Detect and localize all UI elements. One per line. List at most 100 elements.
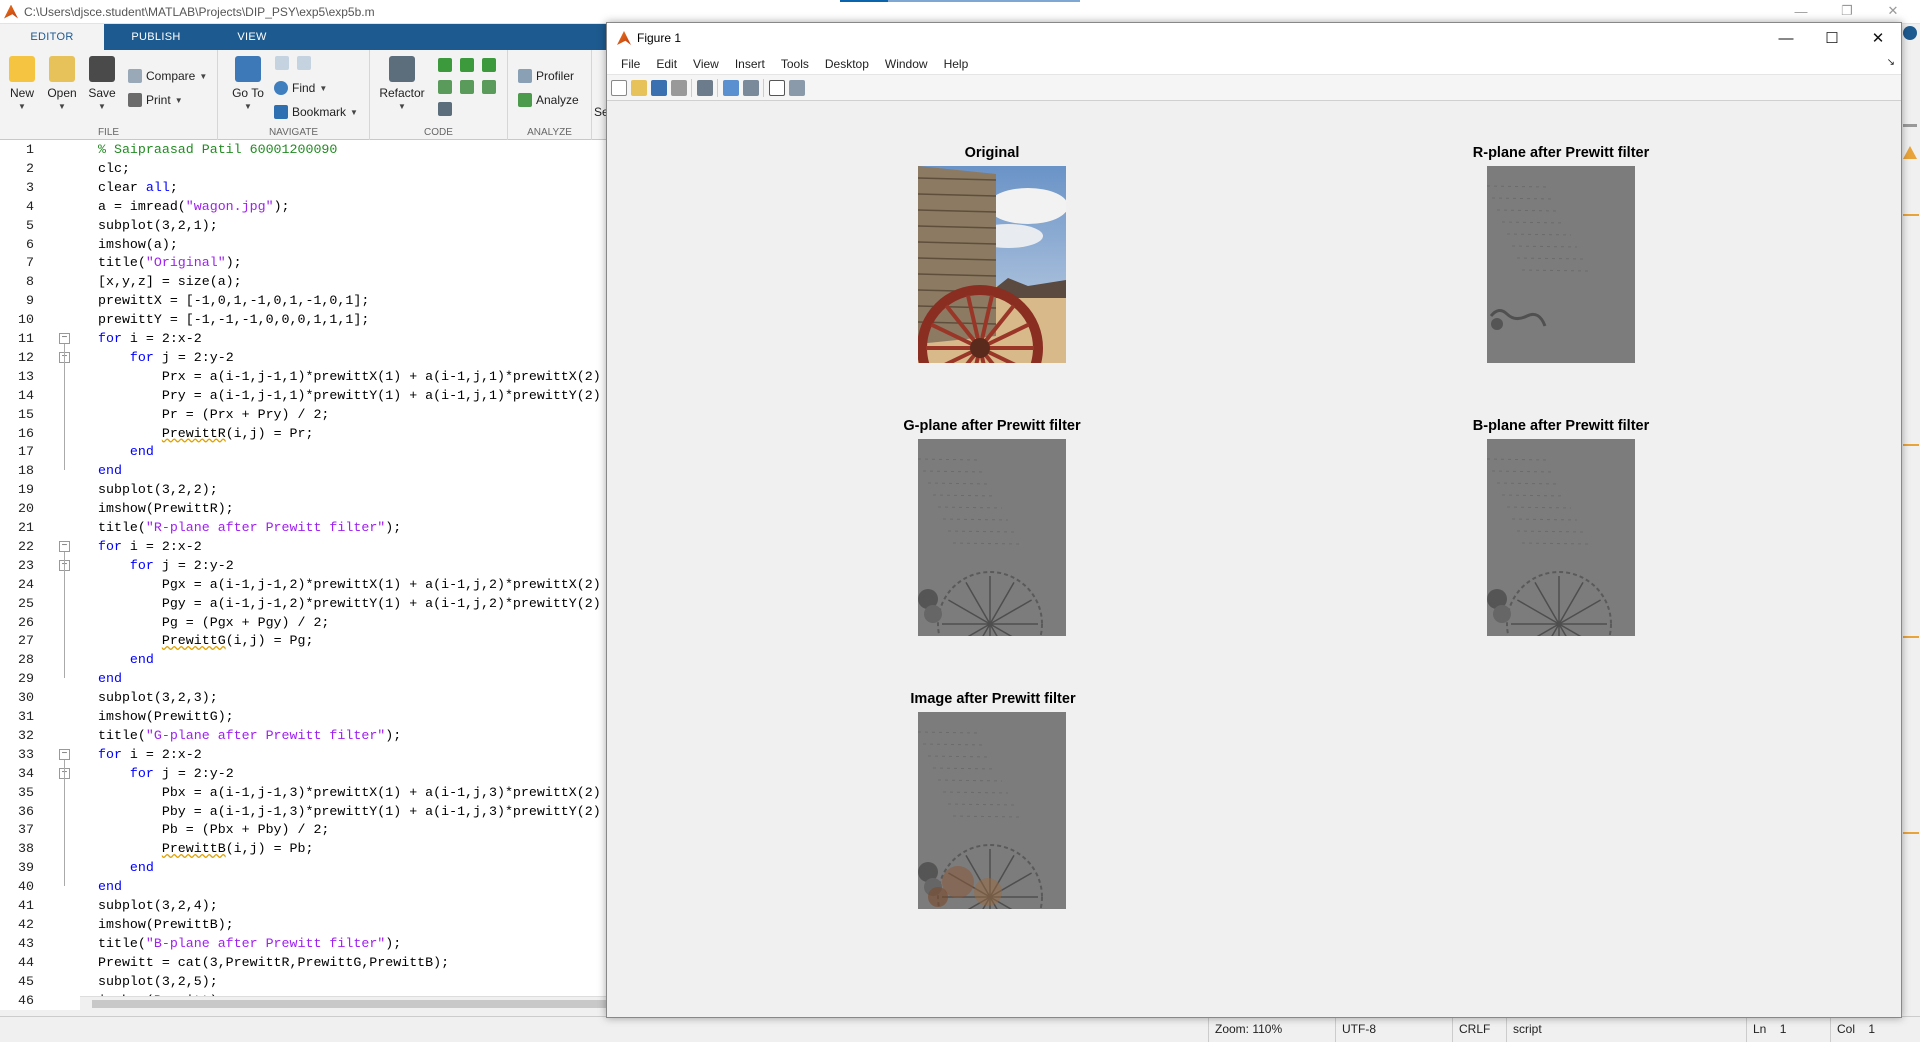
code-line[interactable]: 8 [x,y,z] = size(a); [0, 272, 609, 291]
code-line[interactable]: 14 Pry = a(i-1,j-1,1)*prewittY(1) + a(i-… [0, 386, 609, 405]
code-line[interactable]: 32 title("G-plane after Prewitt filter"); [0, 726, 609, 745]
code-line[interactable]: 39 end [0, 858, 609, 877]
code-line[interactable]: 26 Pg = (Pgx + Pgy) / 2; [0, 613, 609, 632]
warning-marker[interactable] [1903, 214, 1919, 216]
code-line[interactable]: 9 prewittX = [-1,0,1,-1,0,1,-1,0,1]; [0, 291, 609, 310]
close-button[interactable]: ✕ [1870, 0, 1916, 22]
help-dropdown-icon[interactable] [1903, 26, 1917, 40]
code-line[interactable]: 44 Prewitt = cat(3,PrewittR,PrewittG,Prew… [0, 953, 609, 972]
print-figure-icon[interactable] [671, 80, 687, 96]
code-line[interactable]: 23− for j = 2:y-2 [0, 556, 609, 575]
code-line[interactable]: 34− for j = 2:y-2 [0, 764, 609, 783]
code-line[interactable]: 42 imshow(PrewittB); [0, 915, 609, 934]
code-line[interactable]: 29 end [0, 669, 609, 688]
code-line[interactable]: 18 end [0, 461, 609, 480]
code-line[interactable]: 36 Pby = a(i-1,j-1,3)*prewittY(1) + a(i-… [0, 802, 609, 821]
code-line[interactable]: 12− for j = 2:y-2 [0, 348, 609, 367]
function-icon[interactable] [438, 102, 452, 116]
figure-maximize-button[interactable]: ☐ [1809, 23, 1855, 53]
comment-percent-icon[interactable] [438, 58, 452, 72]
code-line[interactable]: 30 subplot(3,2,3); [0, 688, 609, 707]
horizontal-scrollbar[interactable] [80, 996, 609, 1010]
code-line[interactable]: 16 PrewittR(i,j) = Pr; [0, 424, 609, 443]
pointer-arrow-icon[interactable] [769, 80, 785, 96]
code-line[interactable]: 2 clc; [0, 159, 609, 178]
code-line[interactable]: 4 a = imread("wagon.jpg"); [0, 197, 609, 216]
insert-legend-icon[interactable] [743, 80, 759, 96]
refactor-button[interactable]: Refactor ▼ [376, 56, 428, 111]
code-editor[interactable]: 1 % Saipraasad Patil 60001200090 2 clc; 3 cle… [0, 140, 610, 1010]
code-line[interactable]: 40 end [0, 877, 609, 896]
tab-editor[interactable]: EDITOR [0, 24, 104, 50]
figure-close-button[interactable]: ✕ [1855, 23, 1901, 53]
profiler-button[interactable]: Profiler [518, 66, 574, 86]
tab-view[interactable]: VIEW [208, 24, 296, 50]
code-line[interactable]: 43 title("B-plane after Prewitt filter"); [0, 934, 609, 953]
axes-image[interactable] [918, 439, 1066, 636]
save-figure-icon[interactable] [651, 80, 667, 96]
minimize-panel-icon[interactable] [1903, 124, 1917, 127]
code-line[interactable]: 11 − for i = 2:x-2 [0, 329, 609, 348]
warning-marker[interactable] [1903, 444, 1919, 446]
fold-toggle-icon[interactable]: − [59, 540, 70, 552]
figure-minimize-button[interactable]: — [1763, 23, 1809, 53]
code-line[interactable]: 1 % Saipraasad Patil 60001200090 [0, 140, 609, 159]
insert-colorbar-icon[interactable] [723, 80, 739, 96]
wrap-comments-icon[interactable] [482, 58, 496, 72]
forward-arrow-icon[interactable] [297, 56, 311, 70]
code-line[interactable]: 19 subplot(3,2,2); [0, 480, 609, 499]
dock-arrow-icon[interactable]: ↘ [1887, 57, 1895, 68]
minimize-button[interactable]: — [1778, 0, 1824, 22]
menu-view[interactable]: View [685, 57, 727, 71]
new-figure-icon[interactable] [611, 80, 627, 96]
print-button[interactable]: Print ▼ [128, 90, 183, 110]
analyze-button[interactable]: Analyze [518, 90, 579, 110]
scrollbar-thumb[interactable] [92, 1000, 609, 1008]
menu-insert[interactable]: Insert [727, 57, 773, 71]
code-line[interactable]: 10 prewittY = [-1,-1,-1,0,0,0,1,1,1]; [0, 310, 609, 329]
code-line[interactable]: 37 Pb = (Pbx + Pby) / 2; [0, 820, 609, 839]
axes-image[interactable] [1487, 166, 1635, 363]
uncomment-icon[interactable] [460, 58, 474, 72]
open-button[interactable]: Open ▼ [42, 56, 82, 111]
tab-publish[interactable]: PUBLISH [104, 24, 208, 50]
code-line[interactable]: 25 Pgy = a(i-1,j-1,2)*prewittY(1) + a(i-… [0, 594, 609, 613]
warning-marker[interactable] [1903, 636, 1919, 638]
bookmark-button[interactable]: Bookmark ▼ [274, 102, 358, 122]
code-line[interactable]: 13 Prx = a(i-1,j-1,1)*prewittX(1) + a(i-… [0, 367, 609, 386]
code-line[interactable]: 24 Pgx = a(i-1,j-1,2)*prewittX(1) + a(i-… [0, 575, 609, 594]
code-line[interactable]: 35 Pbx = a(i-1,j-1,3)*prewittX(1) + a(i-… [0, 783, 609, 802]
warning-icon[interactable] [1903, 146, 1917, 159]
code-line[interactable]: 5 subplot(3,2,1); [0, 216, 609, 235]
code-line[interactable]: 7 title("Original"); [0, 253, 609, 272]
code-line[interactable]: 15 Pr = (Prx + Pry) / 2; [0, 405, 609, 424]
property-inspector-icon[interactable] [789, 80, 805, 96]
axes-image[interactable] [1487, 439, 1635, 636]
find-button[interactable]: Find ▼ [274, 78, 327, 98]
warning-marker[interactable] [1903, 832, 1919, 834]
code-line[interactable]: 3 clear all; [0, 178, 609, 197]
menu-edit[interactable]: Edit [648, 57, 685, 71]
code-line[interactable]: 21 title("R-plane after Prewitt filter"); [0, 518, 609, 537]
code-line[interactable]: 20 imshow(PrewittR); [0, 499, 609, 518]
code-line[interactable]: 41 subplot(3,2,4); [0, 896, 609, 915]
figure-titlebar[interactable]: Figure 1 — ☐ ✕ [607, 23, 1901, 53]
indent-icon[interactable] [438, 80, 452, 94]
code-line[interactable]: 28 end [0, 650, 609, 669]
code-line[interactable]: 38 PrewittB(i,j) = Pb; [0, 839, 609, 858]
axes-image[interactable] [918, 166, 1066, 363]
menu-desktop[interactable]: Desktop [817, 57, 877, 71]
save-button[interactable]: Save ▼ [82, 56, 122, 111]
code-line[interactable]: 31 imshow(PrewittG); [0, 707, 609, 726]
menu-help[interactable]: Help [936, 57, 977, 71]
fold-toggle-icon[interactable]: − [59, 748, 70, 760]
goto-button[interactable]: Go To ▼ [228, 56, 268, 111]
code-line[interactable]: 17 end [0, 442, 609, 461]
open-file-icon[interactable] [631, 80, 647, 96]
link-plot-icon[interactable] [697, 80, 713, 96]
maximize-button[interactable]: ❐ [1824, 0, 1870, 22]
menu-tools[interactable]: Tools [773, 57, 817, 71]
code-line[interactable]: 45 subplot(3,2,5); [0, 972, 609, 991]
fold-toggle-icon[interactable]: − [59, 333, 70, 344]
code-line[interactable]: 6 imshow(a); [0, 235, 609, 254]
